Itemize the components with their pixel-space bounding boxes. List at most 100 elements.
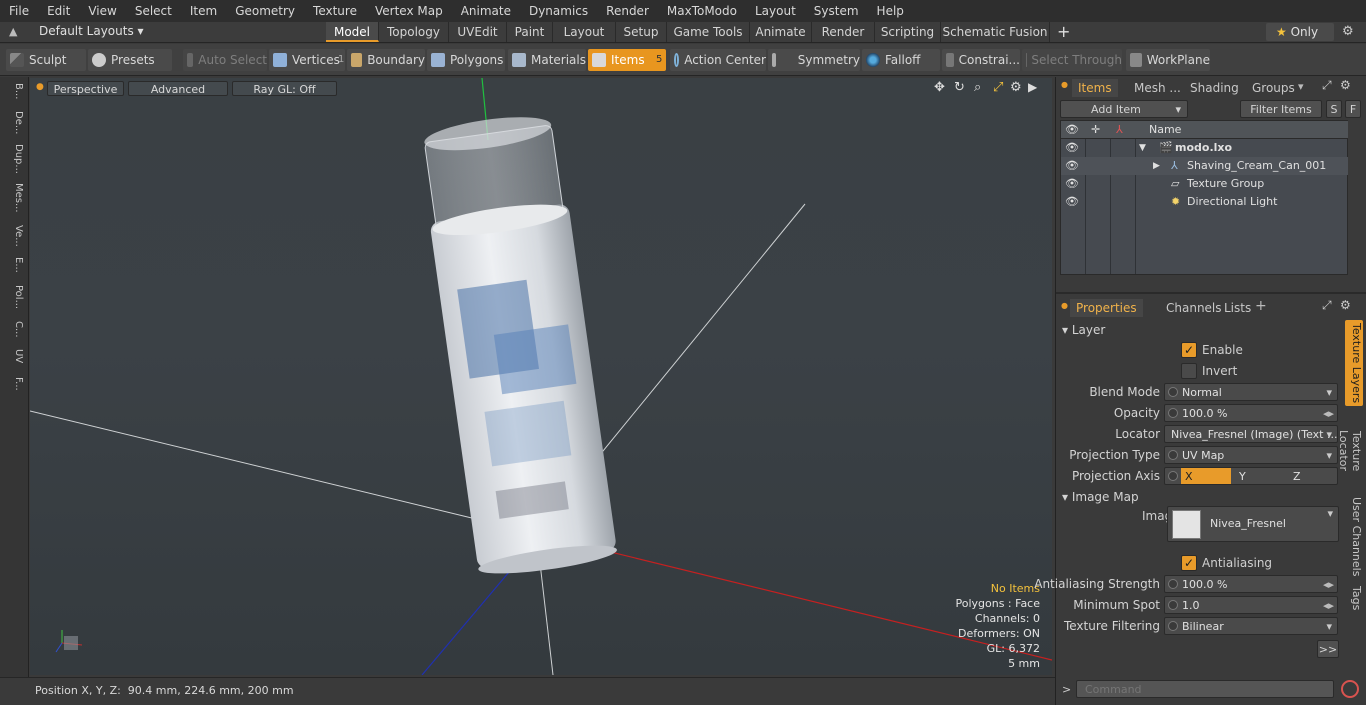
viewport-expand-icon[interactable]: ▶ bbox=[1028, 80, 1037, 94]
axis-y-button[interactable]: Y bbox=[1235, 468, 1285, 484]
menu-vertex-map[interactable]: Vertex Map bbox=[366, 0, 452, 22]
maximize-view-icon[interactable]: ⤢ bbox=[993, 80, 1003, 95]
tab-scripting[interactable]: Scripting bbox=[875, 22, 941, 42]
enable-checkbox[interactable]: ✓ bbox=[1181, 342, 1197, 358]
panel-gear-icon[interactable]: ⚙ bbox=[1340, 298, 1351, 312]
boundary-button[interactable]: Boundary bbox=[347, 49, 425, 71]
axis-z-button[interactable]: Z bbox=[1289, 468, 1337, 484]
advanced-button[interactable]: Advanced bbox=[128, 81, 228, 96]
s-button[interactable]: S bbox=[1326, 100, 1342, 118]
side-tab-tags[interactable]: Tags bbox=[1345, 582, 1363, 614]
menu-system[interactable]: System bbox=[805, 0, 868, 22]
left-tab-4[interactable]: Ve... bbox=[4, 225, 24, 251]
menu-render[interactable]: Render bbox=[597, 0, 658, 22]
tab-animate[interactable]: Animate bbox=[750, 22, 812, 42]
add-tab-icon[interactable]: + bbox=[1057, 22, 1070, 42]
more-button[interactable]: >> bbox=[1317, 640, 1339, 658]
tab-topology[interactable]: Topology bbox=[379, 22, 449, 42]
move-view-icon[interactable]: ✥ bbox=[934, 80, 945, 95]
tab-model[interactable]: Model bbox=[326, 22, 379, 42]
tab-game-tools[interactable]: Game Tools bbox=[667, 22, 750, 42]
eye-icon[interactable]: 👁 bbox=[1065, 139, 1079, 157]
f-button[interactable]: F bbox=[1345, 100, 1361, 118]
collapse-up-icon[interactable]: ▲ bbox=[9, 25, 17, 38]
tab-items[interactable]: Items bbox=[1072, 79, 1118, 97]
3d-viewport[interactable]: ● Perspective Advanced Ray GL: Off ✥ ↻ ⌕… bbox=[30, 78, 1052, 675]
panel-gear-icon[interactable]: ⚙ bbox=[1340, 78, 1351, 92]
shaving-cream-can[interactable] bbox=[417, 110, 619, 579]
menu-geometry[interactable]: Geometry bbox=[226, 0, 304, 22]
left-tab-8[interactable]: UV bbox=[4, 349, 24, 371]
tab-groups[interactable]: Groups bbox=[1246, 79, 1301, 97]
menu-select[interactable]: Select bbox=[126, 0, 181, 22]
symmetry-button[interactable]: Symmetry bbox=[768, 49, 860, 71]
panel-menu-dot-icon[interactable]: ● bbox=[1061, 80, 1068, 89]
menu-layout[interactable]: Layout bbox=[746, 0, 805, 22]
side-tab-texture-locator[interactable]: Texture Locator bbox=[1337, 410, 1363, 492]
viewport-menu-dot-icon[interactable]: ● bbox=[36, 82, 44, 92]
side-tab-texture-layers[interactable]: Texture Layers bbox=[1345, 320, 1363, 406]
image-map-section-header[interactable]: ▾ Image Map bbox=[1062, 490, 1139, 504]
list-item-directional-light[interactable]: 👁 ✹ Directional Light bbox=[1061, 193, 1348, 211]
eye-icon[interactable]: 👁 bbox=[1065, 157, 1079, 175]
action-center-button[interactable]: Action Center bbox=[670, 49, 766, 71]
min-spot-input[interactable]: 1.0 ◂▸ bbox=[1164, 596, 1338, 614]
left-tab-7[interactable]: C... bbox=[4, 321, 24, 343]
slider-arrows-icon[interactable]: ◂▸ bbox=[1323, 597, 1334, 613]
left-tab-1[interactable]: De... bbox=[4, 111, 24, 137]
expand-chevron-icon[interactable]: ▶ bbox=[1153, 157, 1160, 175]
vertices-button[interactable]: Vertices bbox=[269, 49, 345, 71]
tab-layout[interactable]: Layout bbox=[553, 22, 616, 42]
panel-expand-icon[interactable]: ⤢ bbox=[1322, 78, 1332, 93]
gear-icon[interactable]: ⚙ bbox=[1342, 24, 1354, 39]
tab-render[interactable]: Render bbox=[812, 22, 875, 42]
menu-texture[interactable]: Texture bbox=[304, 0, 366, 22]
left-tab-3[interactable]: Mes... bbox=[4, 183, 24, 215]
list-item-scene[interactable]: 👁 ▼ 🎬 modo.lxo bbox=[1061, 139, 1348, 157]
auto-select-button[interactable]: Auto Select bbox=[183, 49, 267, 71]
blend-mode-select[interactable]: Normal bbox=[1164, 383, 1338, 401]
invert-checkbox[interactable] bbox=[1181, 363, 1197, 379]
axis-x-button[interactable]: X bbox=[1181, 468, 1231, 484]
tab-schematic-fusion[interactable]: Schematic Fusion bbox=[941, 22, 1050, 42]
raygl-button[interactable]: Ray GL: Off bbox=[232, 81, 337, 96]
menu-help[interactable]: Help bbox=[868, 0, 913, 22]
antialiasing-checkbox[interactable]: ✓ bbox=[1181, 555, 1197, 571]
left-tab-5[interactable]: E... bbox=[4, 257, 24, 279]
tab-mesh[interactable]: Mesh ... bbox=[1128, 79, 1187, 97]
expand-chevron-icon[interactable]: ▼ bbox=[1139, 139, 1146, 157]
left-tab-9[interactable]: F... bbox=[4, 377, 24, 403]
tab-shading[interactable]: Shading bbox=[1184, 79, 1245, 97]
command-input[interactable] bbox=[1076, 680, 1334, 698]
panel-menu-dot-icon[interactable]: ● bbox=[1061, 301, 1068, 310]
list-item-texture-group[interactable]: 👁 ▱ Texture Group bbox=[1061, 175, 1348, 193]
menu-animate[interactable]: Animate bbox=[452, 0, 520, 22]
opacity-input[interactable]: 100.0 % ◂▸ bbox=[1164, 404, 1338, 422]
items-button[interactable]: Items bbox=[588, 49, 666, 71]
falloff-button[interactable]: Falloff bbox=[862, 49, 940, 71]
menu-view[interactable]: View bbox=[79, 0, 125, 22]
locator-select[interactable]: Nivea_Fresnel (Image) (Text ... bbox=[1164, 425, 1338, 443]
select-through-button[interactable]: Select Through bbox=[1022, 49, 1122, 71]
record-macro-icon[interactable] bbox=[1341, 680, 1359, 698]
menu-edit[interactable]: Edit bbox=[38, 0, 79, 22]
eye-icon[interactable]: 👁 bbox=[1065, 175, 1079, 193]
only-toggle[interactable]: ★ Only bbox=[1266, 23, 1334, 41]
slider-arrows-icon[interactable]: ◂▸ bbox=[1323, 576, 1334, 592]
left-tab-6[interactable]: Pol... bbox=[4, 285, 24, 315]
menu-maxtomodo[interactable]: MaxToModo bbox=[658, 0, 746, 22]
layout-selector[interactable]: Default Layouts ▾ bbox=[39, 24, 144, 38]
zoom-view-icon[interactable]: ⌕ bbox=[974, 80, 981, 95]
tab-setup[interactable]: Setup bbox=[616, 22, 667, 42]
aa-strength-input[interactable]: 100.0 % ◂▸ bbox=[1164, 575, 1338, 593]
tab-uvedit[interactable]: UVEdit bbox=[449, 22, 507, 42]
left-tab-2[interactable]: Dup... bbox=[4, 144, 24, 174]
view-settings-gear-icon[interactable]: ⚙ bbox=[1010, 80, 1022, 95]
eye-icon[interactable]: 👁 bbox=[1065, 193, 1079, 211]
panel-expand-icon[interactable]: ⤢ bbox=[1322, 298, 1332, 313]
slider-arrows-icon[interactable]: ◂▸ bbox=[1323, 405, 1334, 421]
layer-section-header[interactable]: ▾ Layer bbox=[1062, 323, 1105, 337]
sculpt-button[interactable]: Sculpt bbox=[6, 49, 86, 71]
perspective-button[interactable]: Perspective bbox=[47, 81, 124, 96]
texture-filtering-select[interactable]: Bilinear bbox=[1164, 617, 1338, 635]
